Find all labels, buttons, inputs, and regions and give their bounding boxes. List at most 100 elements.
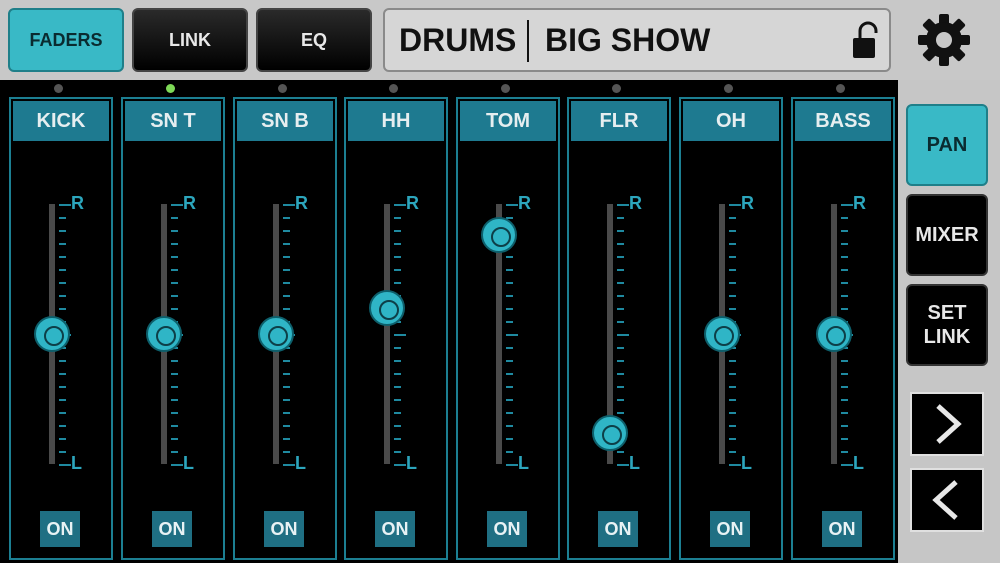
pan-tick [394,256,401,258]
channel-name-button[interactable]: OH [683,101,779,141]
pan-tick [394,230,401,232]
pan-tick [506,386,513,388]
pan-tick [841,204,853,206]
channel-name-button[interactable]: BASS [795,101,891,141]
pan-tick [394,451,401,453]
pan-left-label: L [853,453,864,473]
pan-right-label: R [183,193,196,213]
pan-tick [59,308,66,310]
pan-tick [394,412,401,414]
pan-knob[interactable] [369,290,405,326]
channel-select-indicator [389,84,398,93]
channel-name-button[interactable]: TOM [460,101,556,141]
channel-name-button[interactable]: SN T [125,101,221,141]
channel-strip: HH R L ON [344,97,448,560]
channel-name-button[interactable]: KICK [13,101,109,141]
pan-tick [506,438,513,440]
pan-left-label: L [71,453,82,473]
pan-left-label: L [629,453,640,473]
channel-on-button[interactable]: ON [375,511,415,547]
pan-tick [283,282,290,284]
pan-tick [171,295,178,297]
pan-tick [841,399,848,401]
pan-tick [729,295,736,297]
pan-tick [394,425,401,427]
pan-tick [171,386,178,388]
pan-tick [171,269,178,271]
tab-eq[interactable]: EQ [256,8,372,72]
pan-knob[interactable] [816,316,852,352]
unlocked-padlock-icon[interactable] [851,20,879,62]
pan-knob[interactable] [592,414,628,451]
pan-tick [394,243,401,245]
pan-tick [841,256,848,258]
pan-tick [506,256,513,258]
channel-on-button[interactable]: ON [710,511,750,547]
pan-right-label: R [853,193,866,213]
pan-knob[interactable] [481,217,517,254]
pan-tick [841,451,848,453]
pan-tick [506,308,513,310]
pan-tick [617,256,624,258]
pan-tick [841,412,848,414]
pan-tick [171,204,183,206]
next-bank-button[interactable] [910,392,984,456]
channel-on-button[interactable]: ON [40,511,80,547]
pan-tick [729,425,736,427]
tab-faders[interactable]: FADERS [8,8,124,72]
pan-tick [617,451,624,453]
pan-tick [394,438,401,440]
pan-tick [59,256,66,258]
pan-tick [729,373,736,375]
channel-select-indicator [836,84,845,93]
pan-tick [841,425,848,427]
mixer-mode-button[interactable]: MIXER [906,194,988,276]
pan-mode-button[interactable]: PAN [906,104,988,186]
pan-tick [617,399,624,401]
pan-tick [394,282,401,284]
pan-knob[interactable] [704,316,740,352]
pan-slider-track[interactable] [384,204,390,464]
pan-tick [729,438,736,440]
tab-link[interactable]: LINK [132,8,248,72]
channel-on-button[interactable]: ON [487,511,527,547]
pan-tick [59,386,66,388]
pan-tick [283,438,290,440]
pan-tick [171,256,178,258]
pan-tick [617,243,624,245]
pan-tick [59,230,66,232]
channel-on-button[interactable]: ON [822,511,862,547]
pan-tick [729,399,736,401]
pan-tick [59,282,66,284]
pan-knob[interactable] [146,316,182,352]
pan-tick [171,438,178,440]
pan-knob[interactable] [258,316,294,352]
channel-select-indicator [612,84,621,93]
pan-tick [841,464,853,466]
pan-right-label: R [629,193,642,213]
pan-tick [394,217,401,219]
prev-bank-button[interactable] [910,468,984,532]
set-link-button[interactable]: SET LINK [906,284,988,366]
pan-tick [506,204,518,206]
channel-on-button[interactable]: ON [152,511,192,547]
channel-name-button[interactable]: SN B [237,101,333,141]
channel-strip: OH R L ON [679,97,783,560]
pan-right-label: R [406,193,419,213]
pan-tick [59,295,66,297]
channel-on-button[interactable]: ON [598,511,638,547]
channel-on-button[interactable]: ON [264,511,304,547]
pan-tick [506,321,513,323]
pan-tick [59,399,66,401]
pan-tick [729,386,736,388]
channel-name-button[interactable]: FLR [571,101,667,141]
gear-icon[interactable] [916,12,972,68]
pan-tick [617,321,624,323]
pan-tick [283,295,290,297]
pan-tick [171,412,178,414]
pan-tick [171,243,178,245]
pan-tick [171,399,178,401]
pan-knob[interactable] [34,316,70,352]
channel-name-button[interactable]: HH [348,101,444,141]
pan-tick [171,373,178,375]
